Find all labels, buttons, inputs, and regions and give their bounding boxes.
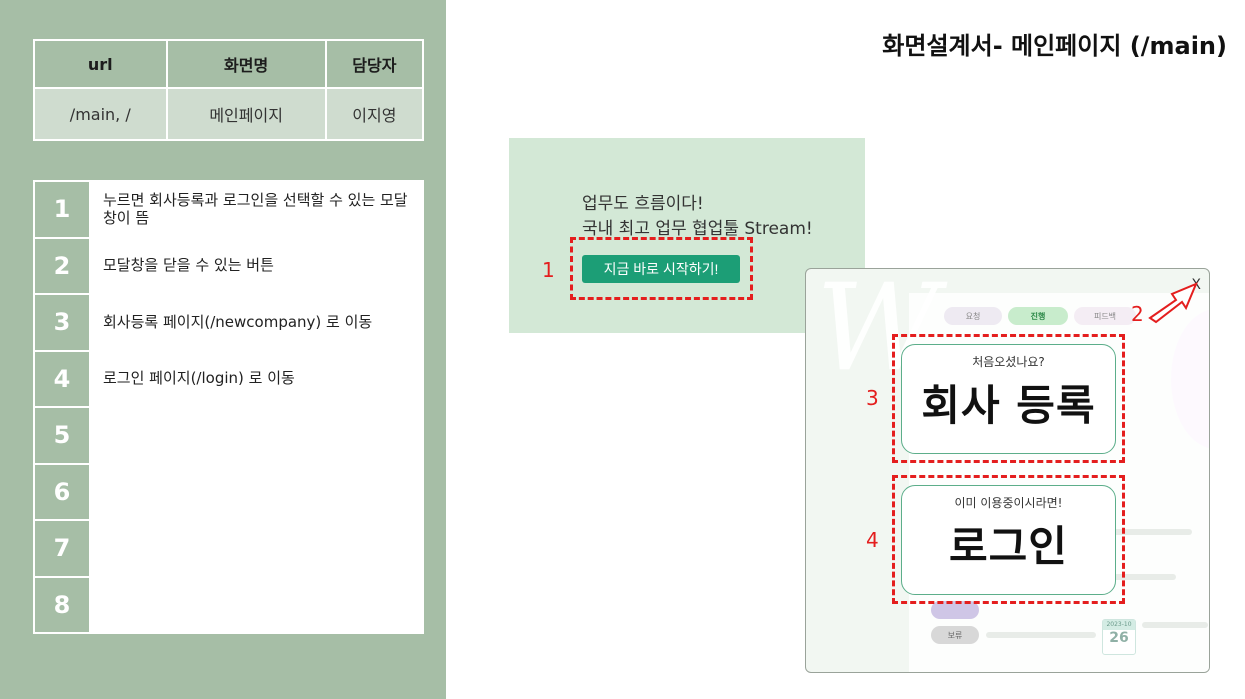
bg-tab-feedback: 피드백 [1074,307,1136,325]
row-number: 5 [33,406,91,465]
description-row: 2 모달창을 닫을 수 있는 버튼 [33,236,424,295]
bg-line [986,632,1096,638]
description-row: 8 [33,575,424,634]
bg-line [1142,622,1208,628]
page-title: 화면설계서- 메인페이지 (/main) [882,32,1227,60]
annotation-box-3 [892,334,1125,463]
description-row: 6 [33,462,424,521]
meta-value-owner: 이지영 [324,87,425,141]
row-description: 회사등록 페이지(/newcompany) 로 이동 [89,293,424,352]
row-description: 모달창을 닫을 수 있는 버튼 [89,236,424,295]
bg-tab-progress: 진행 [1008,307,1068,325]
row-number: 1 [33,180,91,239]
calendar-icon: 2023-10 26 [1102,619,1136,655]
row-number: 3 [33,293,91,352]
description-table: 1 누르면 회사등록과 로그인을 선택할 수 있는 모달창이 뜸 2 모달창을 … [33,180,424,634]
annotation-marker-1: 1 [542,258,555,282]
start-modal: W 요청 진행 피드백 보류 2023-10 26 X 처음오셨나요? 회사 등… [805,268,1210,673]
calendar-day: 26 [1109,630,1129,646]
row-description [89,575,424,634]
calendar-month: 2023-10 [1103,620,1135,630]
meta-value-url: /main, / [33,87,168,141]
annotation-marker-2: 2 [1131,302,1144,326]
meta-table: url 화면명 담당자 /main, / 메인페이지 이지영 [33,39,425,141]
spec-sidebar: url 화면명 담당자 /main, / 메인페이지 이지영 1 누르면 회사등… [0,0,446,699]
annotation-marker-3: 3 [866,386,879,410]
meta-value-screen-name: 메인페이지 [165,87,327,141]
row-description: 누르면 회사등록과 로그인을 선택할 수 있는 모달창이 뜸 [89,180,424,239]
meta-header-url: url [33,39,168,89]
description-row: 1 누르면 회사등록과 로그인을 선택할 수 있는 모달창이 뜸 [33,180,424,239]
row-number: 7 [33,519,91,578]
row-description [89,406,424,465]
bg-badge-hold: 보류 [931,626,979,644]
row-number: 8 [33,575,91,634]
row-number: 6 [33,462,91,521]
description-row: 4 로그인 페이지(/login) 로 이동 [33,349,424,408]
meta-header-screen-name: 화면명 [165,39,327,89]
description-row: 3 회사등록 페이지(/newcompany) 로 이동 [33,293,424,352]
annotation-arrow-icon [1148,282,1198,324]
row-number: 4 [33,349,91,408]
meta-header-owner: 담당자 [324,39,425,89]
hero-text: 업무도 흐름이다! 국내 최고 업무 협업툴 Stream! [582,192,813,242]
row-number: 2 [33,236,91,295]
row-description [89,519,424,578]
description-row: 7 [33,519,424,578]
description-row: 5 [33,406,424,465]
annotation-box-4 [892,475,1125,604]
hero-line-1: 업무도 흐름이다! [582,194,704,214]
annotation-marker-4: 4 [866,528,879,552]
row-description [89,462,424,521]
row-description: 로그인 페이지(/login) 로 이동 [89,349,424,408]
annotation-box-1 [570,237,753,300]
bg-tab-request: 요청 [944,307,1002,325]
